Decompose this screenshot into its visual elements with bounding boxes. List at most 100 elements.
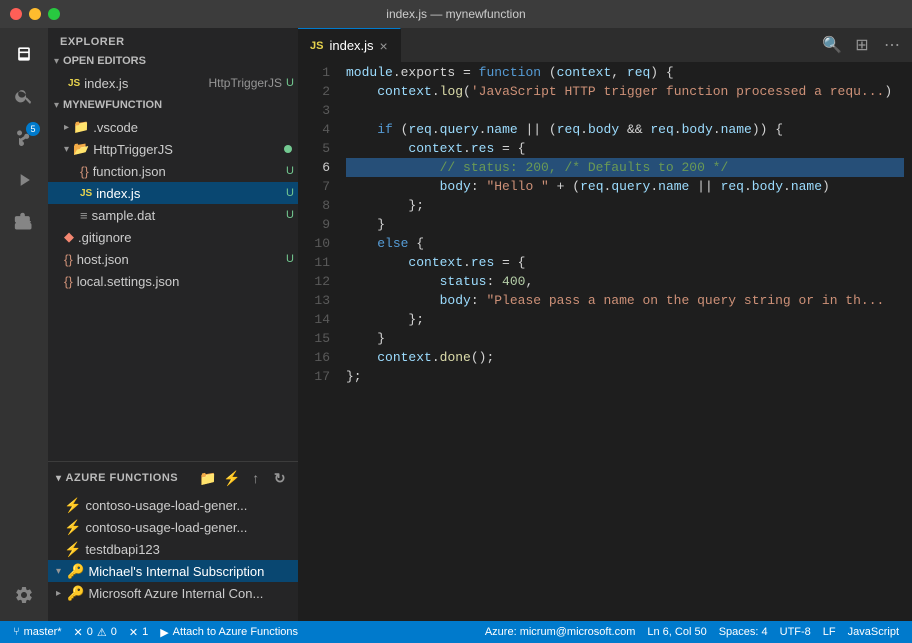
modified-dot [284,145,292,153]
line-numbers: 1 2 3 4 5 6 7 8 9 10 11 12 13 14 15 16 1… [298,63,338,621]
code-line-8: }; [346,196,904,215]
azure-header-actions: 📁 ⚡ ↑ ↻ [198,468,290,488]
tab-split-btn[interactable]: ⊞ [850,33,874,57]
warnings-num: 0 [111,626,117,638]
language-text: JavaScript [848,626,899,638]
code-line-12: status: 400, [346,272,904,291]
editor-area: JS index.js × 🔍 ⊞ ⋯ 1 2 3 4 5 6 7 8 9 [298,28,912,621]
open-editors-section[interactable]: ▾ OPEN EDITORS [48,50,298,72]
functionjson-file[interactable]: {} function.json U [48,160,298,182]
attach-label: Attach to Azure Functions [173,626,298,638]
azure-item-contoso1[interactable]: ⚡ contoso-usage-load-gener... [48,494,298,516]
source-control-badge: 5 [26,122,40,136]
line-ending-text: LF [823,626,836,638]
tab-indexjs[interactable]: JS index.js × [298,28,401,62]
azure-deploy-btn[interactable]: ↑ [246,468,266,488]
title-bar: index.js — mynewfunction [0,0,912,28]
window-controls [10,8,60,20]
functionjson-badge: U [286,165,294,177]
chevron-down-icon: ▾ [56,566,61,577]
httptriggerjs-folder[interactable]: ▾ 📂 HttpTriggerJS [48,138,298,160]
tab-search-btn[interactable]: 🔍 [820,33,844,57]
localsettings-file[interactable]: {} local.settings.json [48,270,298,292]
encoding[interactable]: UTF-8 [775,621,816,643]
hostjson-file[interactable]: {} host.json U [48,248,298,270]
code-line-7: body: "Hello " + (req.query.name || req.… [346,177,904,196]
indexjs-icon: JS [80,188,92,199]
sampledat-badge: U [286,209,294,221]
close-button[interactable] [10,8,22,20]
azure-item-testdb[interactable]: ⚡ testdbapi123 [48,538,298,560]
language[interactable]: JavaScript [843,621,904,643]
project-label: MYNEWFUNCTION [63,99,162,111]
activity-extensions[interactable] [6,204,42,240]
maximize-button[interactable] [48,8,60,20]
azure-email-text: Azure: micrum@microsoft.com [485,626,636,638]
chevron-right-icon: ▸ [56,588,61,599]
azure-refresh-btn[interactable]: ↻ [270,468,290,488]
minimize-button[interactable] [29,8,41,20]
azure-item-microsoft[interactable]: ▸ 🔑 Microsoft Azure Internal Con... [48,582,298,604]
code-line-13: body: "Please pass a name on the query s… [346,291,904,310]
code-editor[interactable]: 1 2 3 4 5 6 7 8 9 10 11 12 13 14 15 16 1… [298,63,912,621]
azure-item-michaels[interactable]: ▾ 🔑 Michael's Internal Subscription [48,560,298,582]
line-ending[interactable]: LF [818,621,841,643]
activity-explorer[interactable] [6,36,42,72]
tab-js-icon: JS [310,40,323,52]
azure-panel-header: ▾ AZURE FUNCTIONS 📁 ⚡ ↑ ↻ [48,462,298,494]
azure-new-folder-btn[interactable]: 📁 [198,468,218,488]
activity-settings[interactable] [6,577,42,613]
git-icon: ⑂ [13,626,20,638]
code-line-10: else { [346,234,904,253]
error-icon: ✕ [74,626,83,639]
open-editor-name: index.js [84,76,208,91]
indexjs-file[interactable]: JS index.js U [48,182,298,204]
info-count[interactable]: ✕ 1 [124,621,153,643]
hostjson-icon: {} [64,252,73,267]
tab-more-btn[interactable]: ⋯ [880,33,904,57]
attach-azure[interactable]: ▶ Attach to Azure Functions [155,621,303,643]
main-layout: 5 Explorer ▾ OPEN EDITORS JS index.js Ht… [0,28,912,621]
file-tree: ▾ OPEN EDITORS JS index.js HttpTriggerJS… [48,50,298,461]
open-editors-label: OPEN EDITORS [63,55,146,67]
activity-source-control[interactable]: 5 [6,120,42,156]
code-line-15: } [346,329,904,348]
spaces[interactable]: Spaces: 4 [714,621,773,643]
play-icon: ▶ [160,626,168,639]
spaces-text: Spaces: 4 [719,626,768,638]
azure-panel-title: AZURE FUNCTIONS [66,472,179,484]
js-file-icon: JS [68,78,80,89]
gitignore-file[interactable]: ◆ .gitignore [48,226,298,248]
errors-count[interactable]: ✕ 0 ⚠ 0 [69,621,122,643]
code-line-16: context.done(); [346,348,904,367]
errors-num: 0 [87,626,93,638]
code-line-6: // status: 200, /* Defaults to 200 */ [346,158,904,177]
vscode-folder[interactable]: ▸ 📁 .vscode [48,116,298,138]
key-icon-2: 🔑 [67,585,84,602]
hostjson-badge: U [286,253,294,265]
line-col[interactable]: Ln 6, Col 50 [642,621,711,643]
warning-icon: ⚠ [97,626,107,639]
explorer-header: Explorer [48,28,298,50]
tab-close-btn[interactable]: × [380,38,388,54]
json-icon: {} [80,164,89,179]
activity-run[interactable] [6,162,42,198]
azure-item-contoso2[interactable]: ⚡ contoso-usage-load-gener... [48,516,298,538]
code-content[interactable]: module.exports = function (context, req)… [338,63,912,621]
project-section[interactable]: ▾ MYNEWFUNCTION [48,94,298,116]
window-title: index.js — mynewfunction [386,7,525,21]
code-line-3 [346,101,904,120]
activity-bar: 5 [0,28,48,621]
tab-bar-actions: 🔍 ⊞ ⋯ [820,28,912,62]
sampledat-file[interactable]: ≡ sample.dat U [48,204,298,226]
code-line-1: module.exports = function (context, req)… [346,63,904,82]
code-line-5: context.res = { [346,139,904,158]
encoding-text: UTF-8 [780,626,811,638]
open-editor-indexjs[interactable]: JS index.js HttpTriggerJS U [48,72,298,94]
git-branch[interactable]: ⑂ master* [8,621,67,643]
dat-icon: ≡ [80,208,88,223]
azure-function-btn[interactable]: ⚡ [222,468,242,488]
azure-email[interactable]: Azure: micrum@microsoft.com [480,621,641,643]
activity-search[interactable] [6,78,42,114]
lightning-icon-2: ⚡ [64,519,81,536]
